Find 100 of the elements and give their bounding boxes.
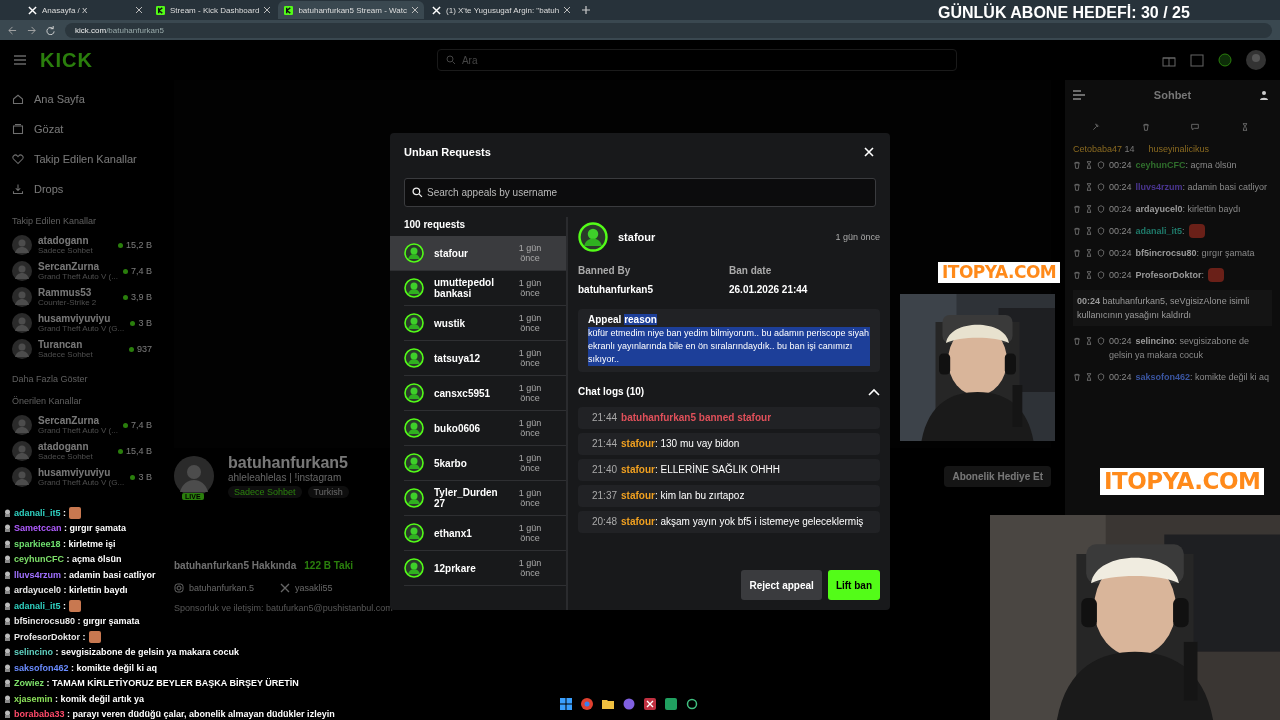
viewer-count: 15,2 B <box>117 240 160 250</box>
x-link[interactable]: yasakli55 <box>295 583 333 593</box>
about-heading: batuhanfurkan5 Hakkında <box>174 560 297 571</box>
channel-category: Grand Theft Auto V (... <box>38 426 117 435</box>
subscriber-goal: GÜNLÜK ABONE HEDEFİ: 30 / 25 <box>938 4 1190 22</box>
channel-name[interactable]: Turancan <box>38 339 123 350</box>
chat-message: 00:24 lluvs4rzum: adamin basi catliyor <box>1109 181 1268 194</box>
category-tag[interactable]: Turkish <box>307 486 349 498</box>
chat-line: Sametccan : gırgır şamata <box>14 523 127 534</box>
field-value: batuhanfurkan5 <box>578 284 654 295</box>
chat-line: ardayucel0 : kirlettin baydı <box>14 585 128 596</box>
channel-name[interactable]: SercanZurna <box>38 415 117 426</box>
request-item[interactable]: buko0606 1 gün önce <box>404 411 566 446</box>
channel-category: Grand Theft Auto V (... <box>38 272 117 281</box>
chat-line: selincino : sevgisizabone de gelsin ya makara cocuk <box>14 647 240 658</box>
channel-category: Grand Theft Auto V (G... <box>38 478 125 487</box>
viewer-count: 3 B <box>130 318 160 328</box>
channel-name[interactable]: atadogann <box>38 441 112 452</box>
lift-ban-button[interactable]: Lift ban <box>827 570 880 600</box>
chat-log-entry: 21:37 stafour: kim lan bu zırtapoz <box>578 485 880 507</box>
browser-tab[interactable]: batuhanfurkan5 Stream - Watc <box>278 1 425 19</box>
chat-log-entry: 21:44 batuhanfurkan5 banned stafour <box>578 407 880 429</box>
chat-log-entry: 21:40 stafour: ELLERİNE SAĞLIK OHHH <box>578 459 880 481</box>
gift-subscription-button[interactable]: Abonelik Hediye Et <box>944 465 1051 487</box>
request-item[interactable]: cansxc5951 1 gün önce <box>404 376 566 411</box>
chat-message: 00:24 adanali_it5: <box>1109 225 1185 238</box>
chat-message: 00:24 ProfesorDoktor: <box>1109 269 1205 282</box>
channel-name[interactable]: atadogann <box>38 235 112 246</box>
viewer-count: 15,4 B <box>117 446 160 456</box>
request-item[interactable]: Tyler_Durden27 1 gün önce <box>404 481 566 516</box>
viewer-count: 3 B <box>130 472 160 482</box>
request-item[interactable]: tatsuya12 1 gün önce <box>404 341 566 376</box>
channel-category: Sadece Sohbet <box>38 350 94 359</box>
chat-line: xjasemin : komik değil artık ya <box>14 693 145 704</box>
sponsor-logo: ITOPYA.COM <box>938 262 1061 283</box>
nav-item[interactable]: Ana Sayfa <box>34 93 85 105</box>
chat-title: Sohbet <box>1152 89 1193 101</box>
channel-category: Sadece Sohbet <box>38 246 94 255</box>
chat-line: lluvs4rzum : adamin basi catliyor <box>14 569 156 580</box>
viewer-count: 7,4 B <box>123 420 160 430</box>
request-item[interactable]: umuttepedolbankasi 1 gün önce <box>404 271 566 306</box>
category-tag[interactable]: Sadece Sohbet <box>228 486 302 498</box>
field-label: Banned By <box>578 265 632 276</box>
pinned-user[interactable]: huseyinalicikus <box>1148 144 1210 154</box>
chat-line: ProfesorDoktor : <box>14 631 86 642</box>
channel-category: Counter-Strike 2 <box>38 298 98 307</box>
instagram-link[interactable]: batuhanfurkan.5 <box>189 583 255 593</box>
chat-message: 00:24 bf5incrocsu80: gırgır şamata <box>1109 247 1255 260</box>
browser-tab[interactable]: Anasayfa / X <box>22 1 148 19</box>
section-heading: Önerilen Kanallar <box>12 396 83 406</box>
user-name: stafour <box>618 231 656 243</box>
appeal-text: küfür etmedim niye ban yedim bilmiyorum.. bu adamın periscope siyah ekranlı yayınlarında bile en ön sıralarındaydık.. bu ban işi canımızı sıkıyor.. <box>588 327 870 366</box>
stream-title: ahleleahlelas | !instagram <box>228 472 343 483</box>
follower-count: 122 B Taki <box>304 560 353 571</box>
chat-line: bf5incrocsu80 : gırgır şamata <box>14 616 140 627</box>
request-item[interactable]: 12prkare 1 gün önce <box>404 551 566 586</box>
channel-title: batuhanfurkan5 <box>228 454 349 472</box>
channel-name[interactable]: husamviyuviyu <box>38 313 125 324</box>
channel-category: Sadece Sohbet <box>38 452 94 461</box>
channel-name[interactable]: Rammus53 <box>38 287 117 298</box>
chat-message: 00:24 selincino: sevgisizabone de gelsin ya makara cocuk <box>1109 335 1251 362</box>
chat-logs-heading: Chat logs (10) <box>578 386 645 397</box>
request-item[interactable]: 5karbo 1 gün önce <box>404 446 566 481</box>
appeal-heading: Appeal reason <box>588 314 658 325</box>
channel-name[interactable]: SercanZurna <box>38 261 117 272</box>
reject-button[interactable]: Reject appeal <box>741 570 822 600</box>
chat-message: 00:24 ardayucel0: kirlettin baydı <box>1109 203 1241 216</box>
chat-log-entry: 21:44 stafour: 130 mu vay bidon <box>578 433 880 455</box>
request-time: 1 gün önce <box>835 232 880 242</box>
channel-name[interactable]: husamviyuviyu <box>38 467 125 478</box>
pinned-user[interactable]: Cetobaba47 14 <box>1073 144 1135 154</box>
nav-item[interactable]: Drops <box>34 183 64 195</box>
viewer-count: 3,9 B <box>123 292 160 302</box>
address-bar[interactable]: kick.com/batuhanfurkan5 <box>65 22 1272 38</box>
browser-tab[interactable]: Stream - Kick Dashboard <box>150 1 277 19</box>
chat-log-entry: 20:48 stafour: akşam yayın yok bf5 i istemeye geleceklermiş <box>578 511 880 533</box>
sponsor-logo: ITOPYA.COM <box>1100 468 1265 495</box>
chat-line: adanali_it5 : <box>14 507 67 518</box>
chat-message: 00:24 saksofon462: komikte değil ki aq <box>1109 371 1270 384</box>
show-more-link[interactable]: Daha Fazla Göster <box>12 374 160 384</box>
viewer-count: 937 <box>128 344 160 354</box>
section-heading: Takip Edilen Kanallar <box>12 216 98 226</box>
kick-logo[interactable]: KICK <box>40 48 93 72</box>
nav-item[interactable]: Gözat <box>34 123 64 135</box>
request-count: 100 requests <box>403 218 467 232</box>
sponsor-text: Sponsorluk ve iletişim: batufurkan5@pushistanbul.com <box>174 603 394 613</box>
field-value: 26.01.2026 21:44 <box>729 284 809 295</box>
dialog-title: Unban Requests <box>404 146 491 158</box>
chat-line: saksofon462 : komikte değil ki aq <box>14 662 158 673</box>
request-item[interactable]: wustik 1 gün önce <box>404 306 566 341</box>
request-item[interactable]: ethanx1 1 gün önce <box>404 516 566 551</box>
chat-line: sparkiee18 : kirletme işi <box>14 538 116 549</box>
chat-line: borababa33 : parayı veren düdüğü çalar, abonelik almayan düdükler izleyin <box>14 709 335 720</box>
request-item[interactable]: stafour 1 gün önce <box>390 236 566 271</box>
chat-line: ceyhunCFC : açma ölsün <box>14 554 122 565</box>
nav-item[interactable]: Takip Edilen Kanallar <box>34 153 137 165</box>
viewer-count: 7,4 B <box>123 266 160 276</box>
browser-tab[interactable]: (1) X'te Yugusugaf Argin: "batuh <box>426 1 577 19</box>
search-field[interactable]: Search appeals by username <box>404 178 876 207</box>
chat-line: Zowiez : TAMAM KİRLETİYORUZ BEYLER BAŞKA BİRŞEY ÜRETİN <box>14 678 299 689</box>
